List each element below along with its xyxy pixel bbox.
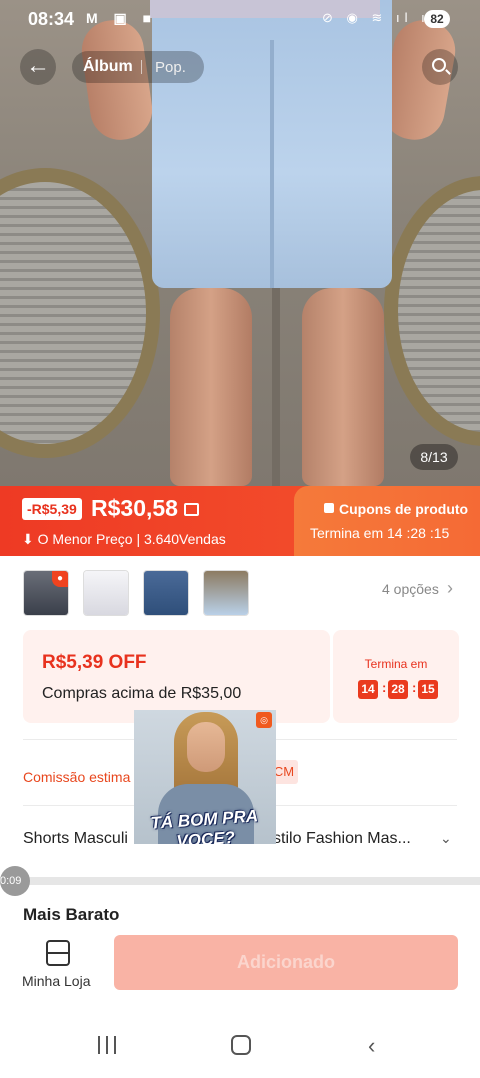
store-icon	[46, 940, 70, 966]
coupon-countdown: Termina em 14 :28 :15	[310, 525, 450, 541]
variant-thumb-3[interactable]	[143, 570, 189, 616]
denim-shorts	[152, 0, 392, 288]
status-bar: 08:34 M ▣ ■ ⊘ ◉ ≋ ıl ıl 82	[0, 0, 480, 38]
variant-options-link[interactable]: 4 opções	[382, 581, 439, 597]
product-image[interactable]	[0, 0, 480, 486]
variant-thumb-2[interactable]	[83, 570, 129, 616]
timer-hours: 14	[358, 680, 378, 699]
status-time: 08:34	[28, 9, 75, 29]
signal-icons: ⊘ ◉ ≋ ıl ıl	[322, 10, 438, 25]
commission-estimate[interactable]: Comissão estima	[23, 769, 130, 785]
discount-badge: -R$5,39	[22, 498, 82, 520]
wall-window-left	[0, 168, 160, 458]
video-progress-bar[interactable]	[14, 877, 480, 885]
variant-thumb-4[interactable]	[203, 570, 249, 616]
home-icon[interactable]	[231, 1035, 251, 1055]
model-leg-left	[170, 288, 252, 486]
price-banner: -R$5,39 R$30,58 ⬇ O Menor Preço | 3.640V…	[0, 486, 480, 556]
recent-apps-icon[interactable]	[98, 1036, 118, 1054]
sales-count: 3.640Vendas	[143, 531, 226, 547]
tab-album[interactable]: Álbum	[83, 58, 133, 76]
timer-minutes: 28	[388, 680, 408, 699]
chevron-down-icon[interactable]: ⌄	[440, 830, 452, 847]
product-coupons[interactable]: Cupons de produto Termina em 14 :28 :15	[294, 486, 480, 556]
bottom-action-bar: Minha Loja Adicionado	[0, 926, 480, 1006]
system-nav-bar: ‹	[0, 1006, 480, 1078]
video-progress-time[interactable]: 0:09	[0, 866, 30, 896]
variant-thumb-1[interactable]: ●	[23, 570, 69, 616]
back-button[interactable]: ←	[20, 49, 56, 85]
gallery-tabs: Álbum Pop.	[72, 51, 204, 83]
arrow-left-icon: ←	[26, 52, 50, 79]
video-logo-icon: ◎	[256, 712, 272, 728]
coupons-title: Cupons de produto	[339, 501, 469, 517]
timer-seconds: 15	[418, 680, 438, 699]
back-nav-icon[interactable]: ‹	[368, 1033, 375, 1059]
hot-icon: ●	[52, 571, 68, 587]
model-leg-right	[302, 288, 384, 486]
floating-video[interactable]: ◎ TÁ BOM PRA VOCE?	[134, 710, 276, 844]
price: R$30,58	[91, 495, 178, 521]
arrow-down-icon: ⬇	[22, 531, 34, 547]
coupon-amount: R$5,39 OFF	[42, 652, 147, 673]
coupon-timer: Termina em 14 : 28 : 15	[333, 630, 459, 723]
added-button[interactable]: Adicionado	[114, 935, 458, 990]
search-button[interactable]	[422, 49, 458, 85]
chevron-right-icon[interactable]: ›	[447, 578, 453, 599]
image-counter: 8/13	[410, 444, 458, 470]
my-store-label: Minha Loja	[22, 973, 91, 989]
battery-icon: 82	[424, 10, 450, 28]
price-info-icon[interactable]	[184, 503, 199, 516]
notification-icons: M ▣ ■	[86, 10, 158, 26]
coupon-condition: Compras acima de R$35,00	[42, 685, 242, 702]
wall-window-right	[384, 176, 480, 446]
tab-pop[interactable]: Pop.	[155, 59, 186, 76]
lowest-price-info: ⬇ O Menor Preço | 3.640Vendas	[22, 531, 226, 547]
section-title: Mais Barato	[23, 905, 120, 924]
timer-label: Termina em	[364, 657, 428, 671]
tab-separator	[141, 60, 142, 74]
